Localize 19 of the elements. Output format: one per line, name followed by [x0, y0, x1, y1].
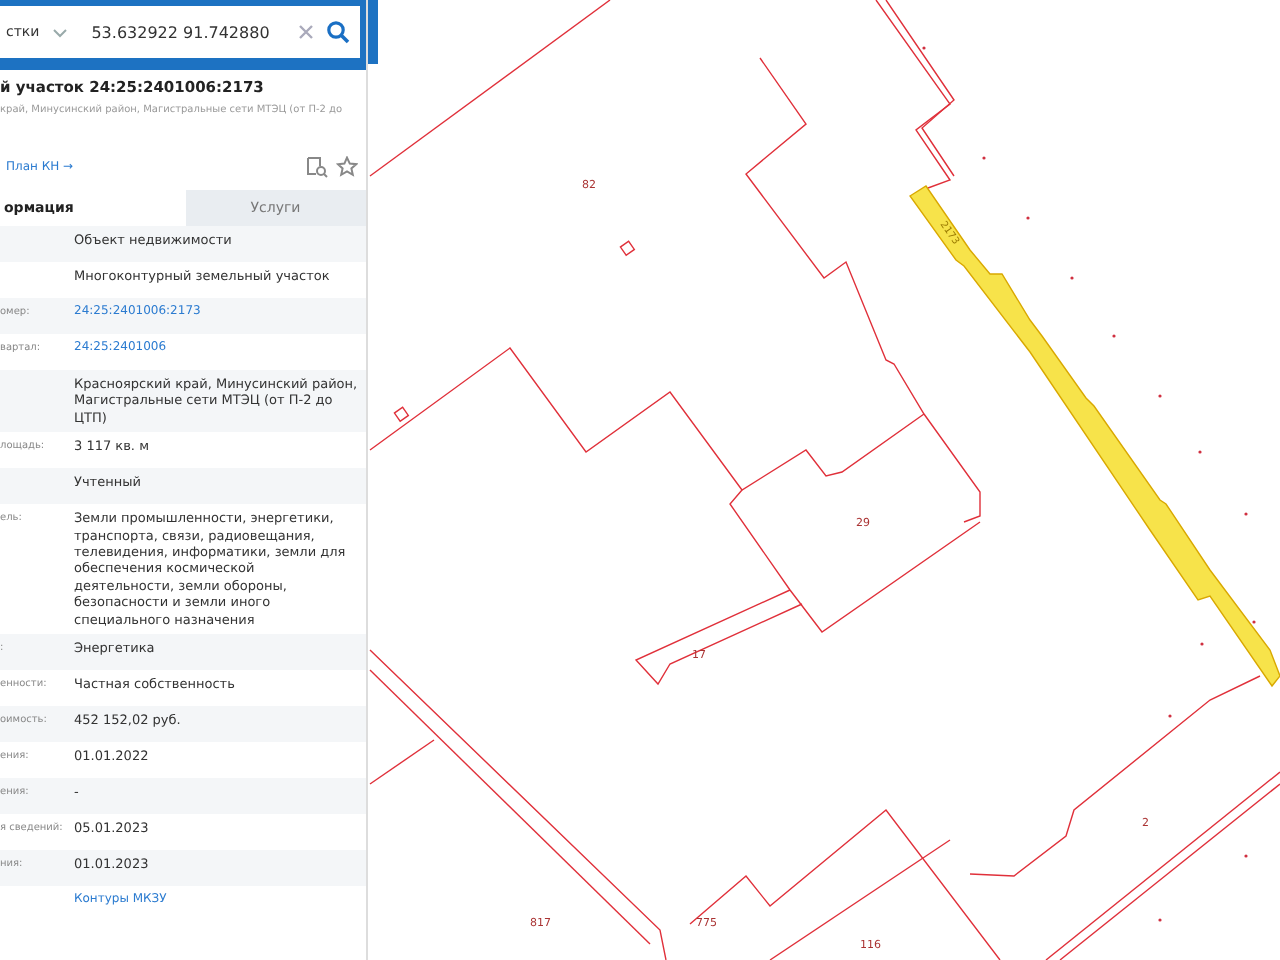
point-marker: [1168, 714, 1172, 718]
search-value: 53.632922 91.742880: [91, 23, 272, 41]
point-marker: [1158, 394, 1162, 398]
point-marker: [1070, 276, 1074, 280]
star-icon[interactable]: [336, 156, 358, 178]
point-marker: [922, 46, 926, 50]
point-marker: [1198, 450, 1202, 454]
document-search-icon[interactable]: [306, 156, 328, 178]
point-marker: [1158, 918, 1162, 922]
clear-icon[interactable]: [298, 24, 314, 40]
caret-icon: [51, 27, 68, 37]
search-icon[interactable]: [326, 20, 350, 44]
point-marker: [1252, 620, 1256, 624]
point-marker: [1244, 512, 1248, 516]
point-marker: [1244, 854, 1248, 858]
point-marker: [1026, 216, 1030, 220]
point-marker: [982, 156, 986, 160]
point-marker: [1200, 642, 1204, 646]
point-marker: [1112, 334, 1116, 338]
